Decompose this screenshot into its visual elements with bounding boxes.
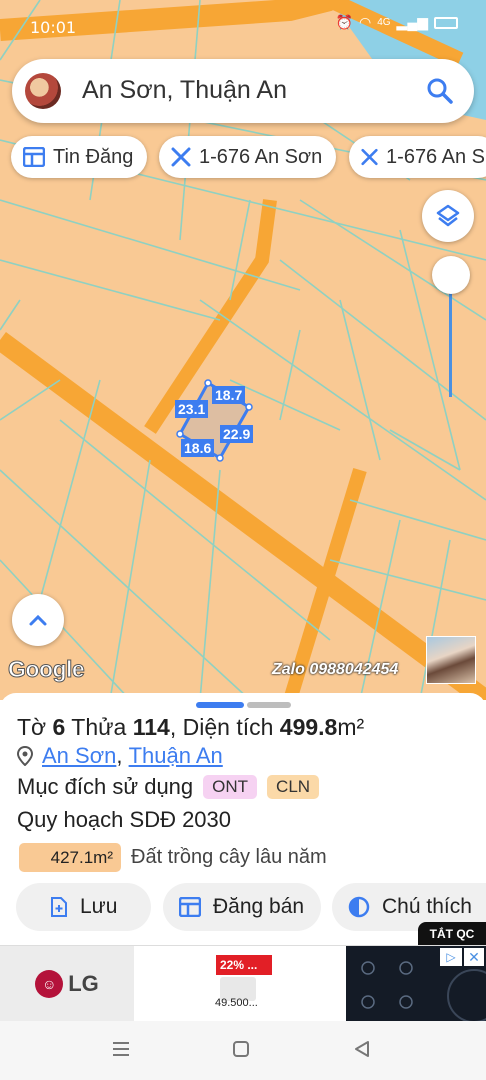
table-icon: [179, 897, 201, 917]
purpose-badge-cln[interactable]: CLN: [267, 775, 320, 799]
status-bar: 10:01 ⏰ ◠ 4G ▂▄▆: [0, 0, 486, 56]
status-time: 10:01: [30, 18, 77, 37]
chip-parcel-1[interactable]: 1-676 An Sơn: [159, 136, 337, 178]
avatar[interactable]: [25, 73, 61, 109]
post-label: Đăng bán: [213, 895, 305, 918]
parcel-summary: Tờ 6 Thửa 114, Diện tích 499.8m²: [17, 714, 364, 741]
table-icon: [23, 147, 45, 167]
adchoices-icon[interactable]: ▷: [440, 948, 462, 966]
hide-ads-button[interactable]: TẮT QC: [418, 922, 486, 946]
sheet-handle[interactable]: [196, 702, 244, 708]
sheet-handle[interactable]: [247, 702, 291, 708]
tools-icon: [171, 147, 191, 167]
edge-length-label: 22.9: [220, 425, 254, 443]
status-icons: ⏰ ◠ 4G ▂▄▆: [336, 14, 458, 31]
sheet-prefix: Tờ: [17, 714, 53, 740]
back-icon[interactable]: [353, 1040, 371, 1058]
plot-prefix: Thửa: [65, 714, 133, 740]
area-prefix: , Diện tích: [169, 714, 280, 740]
search-icon[interactable]: [426, 77, 454, 105]
edge-length-label: 18.6: [181, 439, 215, 457]
parcel-location: An Sơn, Thuận An: [17, 743, 223, 769]
ward-link[interactable]: An Sơn: [42, 743, 116, 769]
edge-length-label: 18.7: [212, 386, 246, 404]
contrast-icon: [348, 896, 370, 918]
plot-number: 114: [132, 714, 170, 740]
zalo-watermark: Zalo 0988042454: [272, 661, 399, 678]
lg-logo-text: LG: [68, 971, 99, 996]
purpose-badge-ont[interactable]: ONT: [203, 775, 258, 799]
chip-label: 1-676 An S: [386, 145, 485, 168]
layers-icon: [436, 204, 460, 227]
save-button[interactable]: Lưu: [16, 883, 151, 931]
system-nav-bar: [0, 1021, 486, 1080]
search-title[interactable]: An Sơn, Thuận An: [82, 76, 287, 105]
parcel-info-sheet: Tờ 6 Thửa 114, Diện tích 499.8m² An Sơn,…: [0, 693, 486, 945]
location-pin-icon: [17, 746, 33, 766]
layers-button[interactable]: [422, 190, 474, 242]
land-use-row: Mục đích sử dụng ONT CLN: [17, 774, 320, 800]
expand-button[interactable]: [12, 594, 64, 646]
planning-label: Quy hoạch SDĐ 2030: [17, 807, 232, 832]
lg-logo-icon: ☺: [35, 970, 64, 998]
close-ad-icon[interactable]: ✕: [464, 948, 484, 966]
home-icon[interactable]: [232, 1040, 250, 1058]
ad-discount: 22% ...: [216, 955, 272, 975]
network-label: 4G: [377, 17, 391, 28]
area-value: 499.8: [279, 714, 338, 740]
district-link[interactable]: Thuận An: [129, 743, 223, 769]
edge-length-label: 23.1: [175, 400, 209, 418]
ad-product-image: ▷ ✕: [346, 946, 486, 1022]
search-bar[interactable]: An Sơn, Thuận An: [12, 59, 474, 123]
ad-price: 49.500...: [215, 997, 258, 1009]
post-for-sale-button[interactable]: Đăng bán: [163, 883, 321, 931]
chip-label: Tin Đăng: [53, 145, 134, 168]
chevron-up-icon: [29, 614, 47, 626]
wifi-icon: ◠: [358, 14, 372, 30]
save-label: Lưu: [80, 895, 118, 918]
ad-brand-box: ☺ LG: [0, 946, 134, 1022]
legend-label: Chú thích: [382, 895, 472, 918]
area-unit: m²: [337, 714, 365, 740]
alarm-icon: ⏰: [335, 14, 353, 30]
profile-photo[interactable]: [426, 636, 476, 684]
opacity-slider-knob[interactable]: [432, 256, 470, 294]
chip-parcel-2[interactable]: 1-676 An S: [349, 136, 486, 178]
ad-banner[interactable]: ☺ LG 22% ... 49.500... ▷ ✕: [0, 945, 486, 1022]
planning-row: 427.1m² Đất trồng cây lâu năm: [19, 843, 327, 872]
chip-label: 1-676 An Sơn: [199, 145, 323, 168]
google-logo: Google: [7, 656, 85, 683]
signal-icon: ▂▄▆: [396, 14, 428, 30]
lg-logo: ☺ LG: [35, 970, 99, 998]
tools-icon: [361, 148, 378, 166]
planning-description: Đất trồng cây lâu năm: [131, 846, 327, 868]
battery-icon: [434, 16, 458, 29]
menu-icon[interactable]: [112, 1040, 130, 1058]
planning-area-badge: 427.1m²: [19, 843, 121, 872]
sheet-number: 6: [52, 714, 66, 740]
add-document-icon: [51, 897, 67, 917]
purpose-label: Mục đích sử dụng: [17, 774, 194, 799]
chip-tin-dang[interactable]: Tin Đăng: [11, 136, 148, 178]
